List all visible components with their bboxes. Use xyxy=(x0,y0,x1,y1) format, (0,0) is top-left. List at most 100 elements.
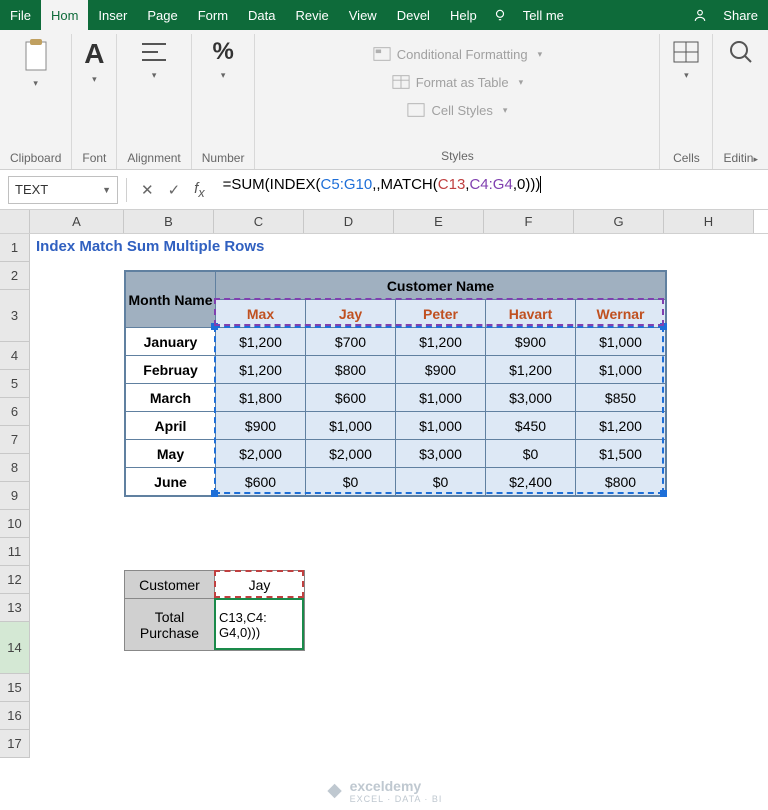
row-10[interactable]: 10 xyxy=(0,510,30,538)
cell-r0-c2[interactable]: $1,200 xyxy=(396,328,486,356)
accept-formula-button[interactable]: ✓ xyxy=(168,181,181,199)
cell-r0-c4[interactable]: $1,000 xyxy=(576,328,666,356)
col-B[interactable]: B xyxy=(124,210,214,233)
cell-r0-c1[interactable]: $700 xyxy=(306,328,396,356)
cell-r5-c1[interactable]: $0 xyxy=(306,468,396,496)
row-6[interactable]: 6 xyxy=(0,398,30,426)
ribbon-styles: Conditional Formatting▾ Format as Table▾… xyxy=(255,34,660,169)
row-15[interactable]: 15 xyxy=(0,674,30,702)
row-5[interactable]: 5 xyxy=(0,370,30,398)
formula-input[interactable]: =SUM(INDEX(C5:G10,,MATCH(C13,C4:G4,0))) xyxy=(219,176,760,204)
row-7[interactable]: 7 xyxy=(0,426,30,454)
lookup-total-value[interactable]: C13,C4:G4,0))) xyxy=(215,599,305,651)
cell-r0-c3[interactable]: $900 xyxy=(486,328,576,356)
month-march: March xyxy=(126,384,216,412)
cell-r2-c3[interactable]: $3,000 xyxy=(486,384,576,412)
menu-insert[interactable]: Inser xyxy=(88,0,137,30)
column-headers: A B C D E F G H xyxy=(0,210,768,234)
cell-r1-c2[interactable]: $900 xyxy=(396,356,486,384)
share-button[interactable]: Share xyxy=(713,0,768,30)
cell-r2-c2[interactable]: $1,000 xyxy=(396,384,486,412)
col-G[interactable]: G xyxy=(574,210,664,233)
row-8[interactable]: 8 xyxy=(0,454,30,482)
cell-r2-c0[interactable]: $1,800 xyxy=(216,384,306,412)
tell-me[interactable]: Tell me xyxy=(513,0,574,30)
cell-r1-c0[interactable]: $1,200 xyxy=(216,356,306,384)
customer-col-wernar: Wernar xyxy=(576,300,666,328)
cell-r3-c4[interactable]: $1,200 xyxy=(576,412,666,440)
lookup-customer-value[interactable]: Jay xyxy=(215,571,305,599)
cell-r3-c1[interactable]: $1,000 xyxy=(306,412,396,440)
row-11[interactable]: 11 xyxy=(0,538,30,566)
cell-r2-c1[interactable]: $600 xyxy=(306,384,396,412)
col-H[interactable]: H xyxy=(664,210,754,233)
menu-file[interactable]: File xyxy=(0,0,41,30)
cancel-formula-button[interactable]: ✕ xyxy=(141,181,154,199)
month-april: April xyxy=(126,412,216,440)
col-F[interactable]: F xyxy=(484,210,574,233)
customer-col-peter: Peter xyxy=(396,300,486,328)
cell-r5-c3[interactable]: $2,400 xyxy=(486,468,576,496)
fx-button[interactable]: fx xyxy=(194,180,204,200)
menu-help[interactable]: Help xyxy=(440,0,487,30)
cell-r4-c3[interactable]: $0 xyxy=(486,440,576,468)
row-9[interactable]: 9 xyxy=(0,482,30,510)
ribbon-font: A ▾ Font xyxy=(72,34,117,169)
menu-view[interactable]: View xyxy=(339,0,387,30)
menu-home[interactable]: Hom xyxy=(41,0,88,30)
select-all-corner[interactable] xyxy=(0,210,30,233)
alignment-button[interactable]: ▾ xyxy=(138,38,170,81)
cell-r3-c0[interactable]: $900 xyxy=(216,412,306,440)
font-button[interactable]: A ▾ xyxy=(84,38,104,85)
cell-r0-c0[interactable]: $1,200 xyxy=(216,328,306,356)
cell-r1-c4[interactable]: $1,000 xyxy=(576,356,666,384)
paste-button[interactable]: ▾ xyxy=(20,38,52,89)
cells-button[interactable]: ▾ xyxy=(670,38,702,81)
col-D[interactable]: D xyxy=(304,210,394,233)
number-button[interactable]: % ▾ xyxy=(212,38,233,81)
row-3[interactable]: 3 xyxy=(0,290,30,342)
cell-r1-c3[interactable]: $1,200 xyxy=(486,356,576,384)
row-2[interactable]: 2 xyxy=(0,262,30,290)
editing-button[interactable] xyxy=(727,38,755,66)
menu-developer[interactable]: Devel xyxy=(387,0,440,30)
col-C[interactable]: C xyxy=(214,210,304,233)
cell-r1-c1[interactable]: $800 xyxy=(306,356,396,384)
menu-formulas[interactable]: Form xyxy=(188,0,238,30)
row-13[interactable]: 13 xyxy=(0,594,30,622)
chevron-down-icon[interactable]: ▼ xyxy=(102,185,111,195)
month-may: May xyxy=(126,440,216,468)
menu-page[interactable]: Page xyxy=(137,0,187,30)
row-4[interactable]: 4 xyxy=(0,342,30,370)
cell-r4-c4[interactable]: $1,500 xyxy=(576,440,666,468)
cell-r2-c4[interactable]: $850 xyxy=(576,384,666,412)
row-12[interactable]: 12 xyxy=(0,566,30,594)
cell-r5-c0[interactable]: $600 xyxy=(216,468,306,496)
spreadsheet-grid[interactable]: A B C D E F G H 123456789101112131415161… xyxy=(0,210,768,758)
col-E[interactable]: E xyxy=(394,210,484,233)
cell-styles-button[interactable]: Cell Styles▾ xyxy=(407,96,507,124)
ribbon-editing: Editin▸ xyxy=(713,34,768,169)
name-box[interactable]: TEXT▼ xyxy=(8,176,118,204)
menu-review[interactable]: Revie xyxy=(286,0,339,30)
format-as-table-button[interactable]: Format as Table▾ xyxy=(392,68,524,96)
cell-r5-c2[interactable]: $0 xyxy=(396,468,486,496)
cell-r4-c2[interactable]: $3,000 xyxy=(396,440,486,468)
lookup-box: Customer Jay TotalPurchase C13,C4:G4,0))… xyxy=(124,570,305,651)
cell-r4-c0[interactable]: $2,000 xyxy=(216,440,306,468)
cell-r5-c4[interactable]: $800 xyxy=(576,468,666,496)
row-1[interactable]: 1 xyxy=(0,234,30,262)
cell-r3-c2[interactable]: $1,000 xyxy=(396,412,486,440)
row-17[interactable]: 17 xyxy=(0,730,30,758)
menu-data[interactable]: Data xyxy=(238,0,285,30)
month-februay: Februay xyxy=(126,356,216,384)
row-16[interactable]: 16 xyxy=(0,702,30,730)
col-A[interactable]: A xyxy=(30,210,124,233)
conditional-formatting-button[interactable]: Conditional Formatting▾ xyxy=(373,40,542,68)
cell-r3-c3[interactable]: $450 xyxy=(486,412,576,440)
customer-col-max: Max xyxy=(216,300,306,328)
row-14[interactable]: 14 xyxy=(0,622,30,674)
ribbon-alignment: ▾ Alignment xyxy=(117,34,191,169)
cell-r4-c1[interactable]: $2,000 xyxy=(306,440,396,468)
month-header: Month Name xyxy=(126,272,216,328)
